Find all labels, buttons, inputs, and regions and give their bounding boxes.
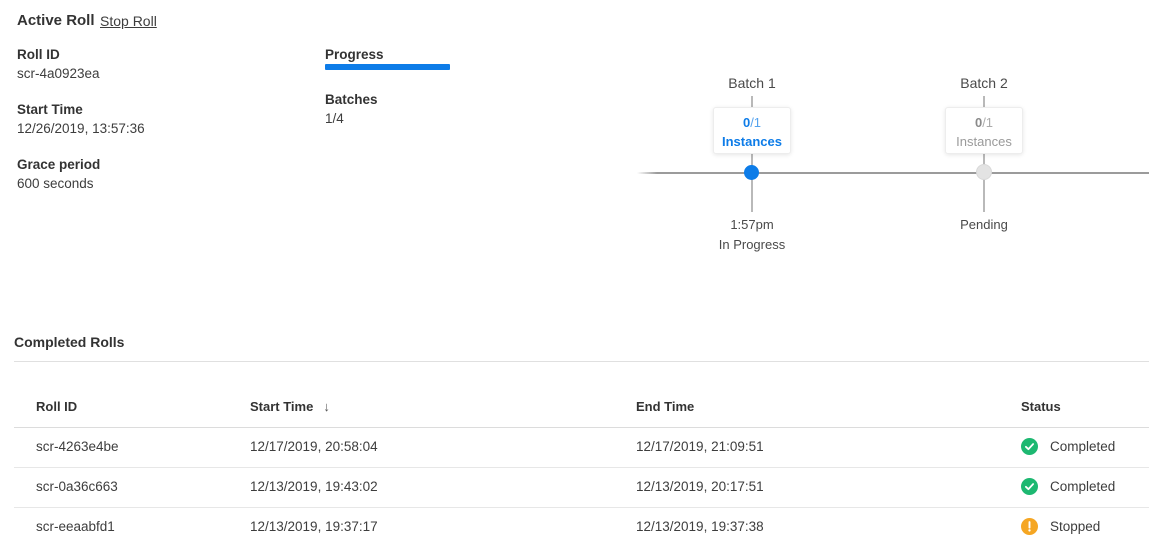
timeline-batch-1: Batch 1 0/1 Instances 1:57pm In Progress bbox=[692, 75, 812, 255]
batch-milestone-dot bbox=[744, 165, 759, 180]
progress-label: Progress bbox=[325, 47, 384, 62]
instances-count: 0/1 bbox=[946, 113, 1022, 132]
batch-name: Batch 2 bbox=[924, 75, 1044, 91]
progress-bar bbox=[325, 64, 450, 70]
start-time-label: Start Time bbox=[17, 102, 83, 117]
column-header-roll-id[interactable]: Roll ID bbox=[36, 399, 77, 414]
table-row[interactable]: scr-4263e4be 12/17/2019, 20:58:04 12/17/… bbox=[0, 427, 1149, 467]
column-header-end-time[interactable]: End Time bbox=[636, 399, 694, 414]
start-time-cell: 12/13/2019, 19:43:02 bbox=[250, 467, 378, 507]
status-completed-icon bbox=[1021, 478, 1038, 495]
table-row[interactable]: scr-eeaabfd1 12/13/2019, 19:37:17 12/13/… bbox=[0, 507, 1149, 547]
batch-status: In Progress bbox=[692, 237, 812, 252]
batches-label: Batches bbox=[325, 92, 378, 107]
stop-roll-link[interactable]: Stop Roll bbox=[100, 13, 157, 29]
instances-label: Instances bbox=[946, 132, 1022, 151]
status-completed-icon bbox=[1021, 438, 1038, 455]
progress-fill bbox=[325, 64, 450, 70]
grace-period-value: 600 seconds bbox=[17, 176, 94, 191]
start-time-cell: 12/17/2019, 20:58:04 bbox=[250, 427, 378, 467]
roll-id-cell: scr-0a36c663 bbox=[36, 467, 118, 507]
column-header-start-time[interactable]: Start Time↓ bbox=[250, 399, 330, 414]
roll-id-value: scr-4a0923ea bbox=[17, 66, 100, 81]
active-roll-title: Active Roll bbox=[17, 12, 95, 29]
table-row[interactable]: scr-0a36c663 12/13/2019, 19:43:02 12/13/… bbox=[0, 467, 1149, 507]
batch-instances-card: 0/1 Instances bbox=[945, 107, 1023, 154]
grace-period-label: Grace period bbox=[17, 157, 100, 172]
roll-id-label: Roll ID bbox=[17, 47, 60, 62]
section-divider bbox=[14, 361, 1149, 362]
status-cell: Completed bbox=[1050, 427, 1115, 467]
end-time-cell: 12/13/2019, 19:37:38 bbox=[636, 507, 764, 547]
status-cell: Stopped bbox=[1050, 507, 1100, 547]
sort-descending-icon[interactable]: ↓ bbox=[323, 399, 330, 414]
batches-value: 1/4 bbox=[325, 111, 344, 126]
roll-id-cell: scr-4263e4be bbox=[36, 427, 119, 467]
status-cell: Completed bbox=[1050, 467, 1115, 507]
batch-instances-card[interactable]: 0/1 Instances bbox=[713, 107, 791, 154]
start-time-cell: 12/13/2019, 19:37:17 bbox=[250, 507, 378, 547]
status-stopped-icon bbox=[1021, 518, 1038, 535]
instances-label: Instances bbox=[714, 132, 790, 151]
end-time-cell: 12/17/2019, 21:09:51 bbox=[636, 427, 764, 467]
end-time-cell: 12/13/2019, 20:17:51 bbox=[636, 467, 764, 507]
start-time-value: 12/26/2019, 13:57:36 bbox=[17, 121, 145, 136]
timeline-batch-2: Batch 2 0/1 Instances Pending bbox=[924, 75, 1044, 255]
batch-name: Batch 1 bbox=[692, 75, 812, 91]
batch-time: 1:57pm bbox=[692, 217, 812, 232]
batch-milestone-dot bbox=[976, 164, 992, 180]
instances-count: 0/1 bbox=[714, 113, 790, 132]
batch-time: Pending bbox=[924, 217, 1044, 232]
completed-rolls-title: Completed Rolls bbox=[14, 334, 124, 350]
column-header-status[interactable]: Status bbox=[1021, 399, 1061, 414]
roll-id-cell: scr-eeaabfd1 bbox=[36, 507, 115, 547]
